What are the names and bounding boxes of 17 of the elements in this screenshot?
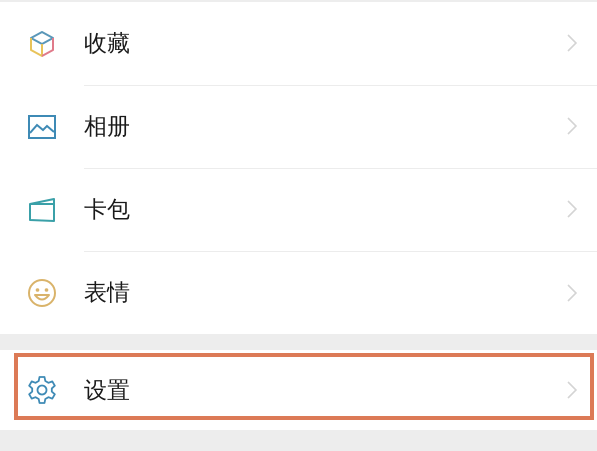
menu-label: 卡包	[84, 196, 131, 224]
menu-item[interactable]: 设置	[0, 350, 597, 430]
menu-item[interactable]: 表情	[0, 251, 597, 334]
chevron-icon	[567, 200, 577, 218]
chevron-icon	[567, 381, 577, 399]
menu-label: 设置	[84, 376, 131, 406]
menu-label: 表情	[84, 279, 131, 308]
menu-label: 相册	[84, 112, 131, 142]
menu-label: 收藏	[84, 30, 131, 58]
chevron-icon	[567, 284, 577, 302]
menu-item[interactable]: 相册	[0, 85, 597, 168]
smiley-icon	[26, 276, 58, 308]
chevron-icon	[567, 117, 577, 135]
menu-item[interactable]: 卡包	[0, 168, 597, 251]
menu-item[interactable]: 收藏	[0, 2, 597, 85]
settings-icon	[26, 374, 58, 406]
chevron-icon	[567, 34, 577, 52]
